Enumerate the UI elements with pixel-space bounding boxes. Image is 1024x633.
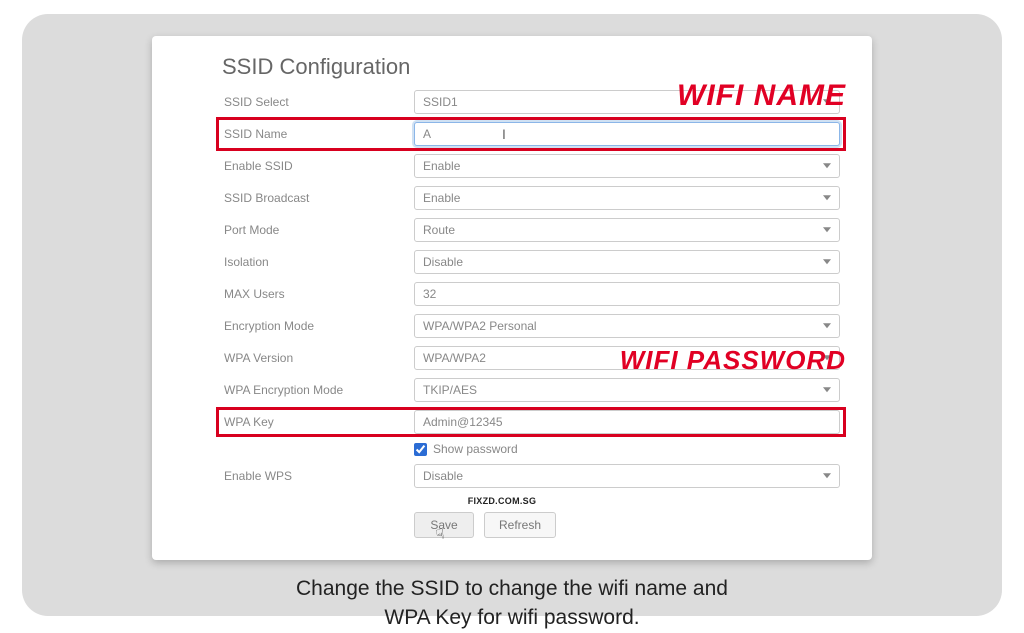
label-enable-wps: Enable WPS xyxy=(224,469,414,483)
select-enable-ssid[interactable]: Enable xyxy=(414,154,840,178)
select-port-mode[interactable]: Route xyxy=(414,218,840,242)
select-encryption-mode[interactable]: WPA/WPA2 Personal xyxy=(414,314,840,338)
label-wpa-key: WPA Key xyxy=(224,415,414,429)
row-enable-ssid: Enable SSID Enable xyxy=(224,154,840,178)
page-title: SSID Configuration xyxy=(222,54,840,80)
checkbox-show-password[interactable] xyxy=(414,443,427,456)
label-ssid-select: SSID Select xyxy=(224,95,414,109)
select-isolation[interactable]: Disable xyxy=(414,250,840,274)
row-encryption-mode: Encryption Mode WPA/WPA2 Personal xyxy=(224,314,840,338)
row-port-mode: Port Mode Route xyxy=(224,218,840,242)
caption-line-2: WPA Key for wifi password. xyxy=(384,606,639,629)
row-enable-wps: Enable WPS Disable xyxy=(224,464,840,488)
label-show-password: Show password xyxy=(433,442,518,456)
label-wpa-version: WPA Version xyxy=(224,351,414,365)
label-port-mode: Port Mode xyxy=(224,223,414,237)
row-max-users: MAX Users xyxy=(224,282,840,306)
button-row: Save Refresh ☟ xyxy=(414,512,840,538)
label-max-users: MAX Users xyxy=(224,287,414,301)
watermark-text: FIXZD.COM.SG xyxy=(164,496,840,506)
input-wpa-key[interactable] xyxy=(414,410,840,434)
label-isolation: Isolation xyxy=(224,255,414,269)
label-wpa-encryption-mode: WPA Encryption Mode xyxy=(224,383,414,397)
label-ssid-name: SSID Name xyxy=(224,127,414,141)
annotation-wifi-password: WIFI PASSWORD xyxy=(620,345,846,376)
label-ssid-broadcast: SSID Broadcast xyxy=(224,191,414,205)
caption-line-1: Change the SSID to change the wifi name … xyxy=(296,577,728,600)
input-ssid-name[interactable] xyxy=(414,122,840,146)
select-wpa-encryption-mode[interactable]: TKIP/AES xyxy=(414,378,840,402)
label-encryption-mode: Encryption Mode xyxy=(224,319,414,333)
figure-card: SSID Configuration SSID Select SSID1 WIF… xyxy=(22,14,1002,616)
row-ssid-broadcast: SSID Broadcast Enable xyxy=(224,186,840,210)
row-isolation: Isolation Disable xyxy=(224,250,840,274)
router-config-panel: SSID Configuration SSID Select SSID1 WIF… xyxy=(152,36,872,560)
select-ssid-broadcast[interactable]: Enable xyxy=(414,186,840,210)
select-enable-wps[interactable]: Disable xyxy=(414,464,840,488)
input-max-users[interactable] xyxy=(414,282,840,306)
save-button[interactable]: Save xyxy=(414,512,474,538)
row-show-password: Show password xyxy=(414,442,840,456)
label-enable-ssid: Enable SSID xyxy=(224,159,414,173)
row-wpa-key: WPA Key xyxy=(224,410,840,434)
figure-caption: Change the SSID to change the wifi name … xyxy=(40,574,984,633)
row-wpa-encryption-mode: WIFI PASSWORD WPA Encryption Mode TKIP/A… xyxy=(224,378,840,402)
row-ssid-name: WIFI NAME SSID Name I xyxy=(224,122,840,146)
annotation-wifi-name: WIFI NAME xyxy=(677,79,846,113)
refresh-button[interactable]: Refresh xyxy=(484,512,556,538)
